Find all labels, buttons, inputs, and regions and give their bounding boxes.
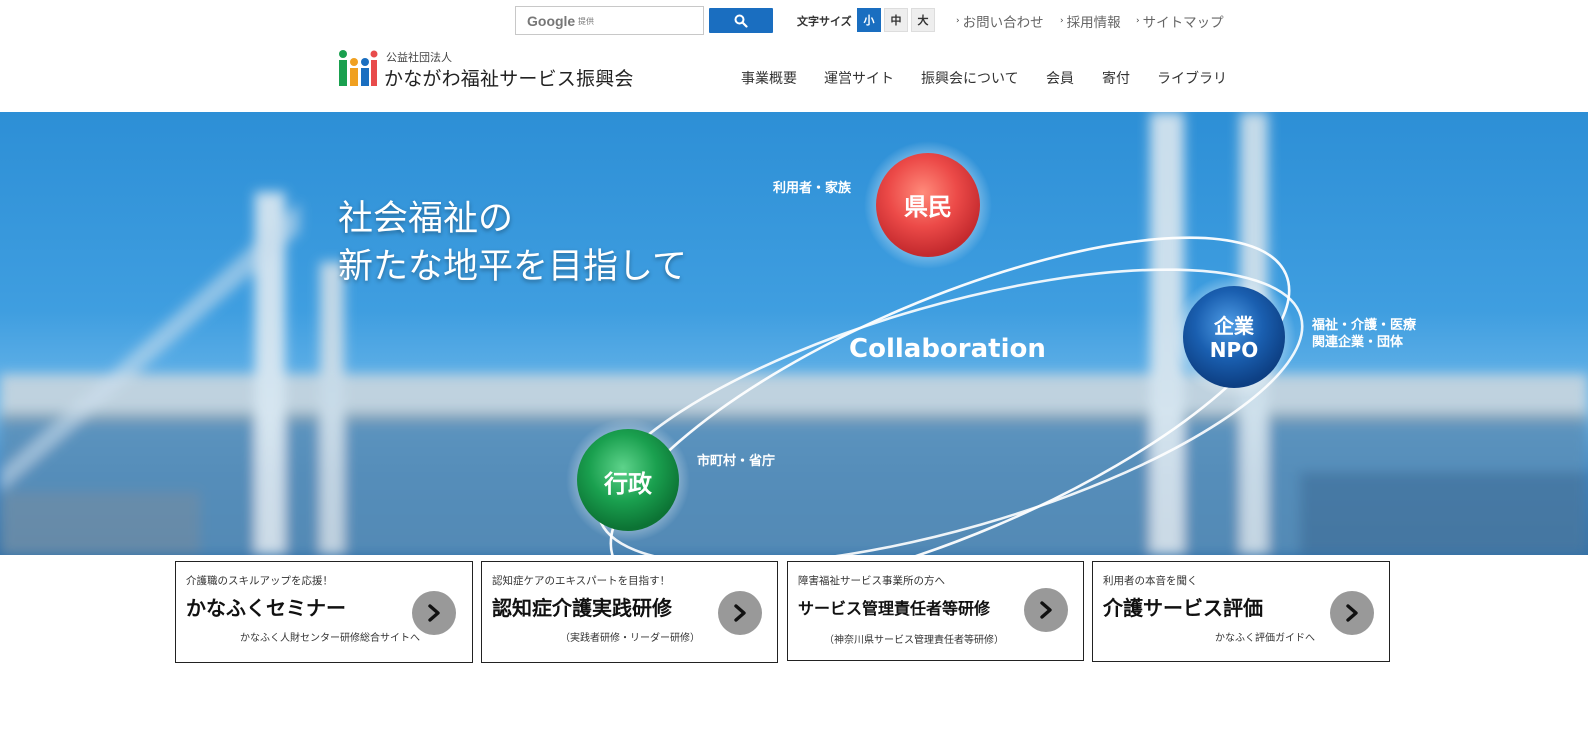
font-size-label: 文字サイズ: [797, 15, 852, 28]
hero-title-line1: 社会福祉の: [338, 199, 514, 239]
chevron-right-icon: ›: [1136, 16, 1140, 26]
card-subtitle: 障害福祉サービス事業所の方へ: [798, 575, 945, 587]
org-name[interactable]: かながわ福祉サービス振興会: [384, 64, 634, 91]
gyosei-caption: 市町村・省庁: [697, 454, 776, 469]
card-subtitle: 介護職のスキルアップを応援！: [186, 575, 333, 587]
people-logo-icon[interactable]: [338, 48, 378, 88]
nav-item-sites[interactable]: 運営サイト: [824, 68, 894, 88]
card-note: （実践者研修・リーダー研修）: [560, 633, 700, 644]
search-button[interactable]: [709, 8, 773, 33]
nav-item-about[interactable]: 振興会について: [921, 68, 1019, 88]
google-logo: Google: [527, 13, 576, 29]
font-size-large-button[interactable]: 大: [911, 8, 935, 32]
arrow-right-icon[interactable]: [1330, 591, 1374, 635]
card-subtitle: 認知症ケアのエキスパートを目指す！: [492, 575, 671, 587]
nav-item-donation[interactable]: 寄付: [1102, 68, 1130, 88]
kigyo-caption: 福祉・介護・医療 関連企業・団体: [1312, 317, 1416, 351]
recruit-link-label: 採用情報: [1066, 15, 1121, 31]
recruit-link[interactable]: › 採用情報: [1060, 11, 1121, 31]
card-dementia-training[interactable]: 認知症ケアのエキスパートを目指す！ 認知症介護実践研修 （実践者研修・リーダー研…: [481, 561, 778, 663]
org-type: 公益社団法人: [386, 51, 452, 64]
arrow-right-icon[interactable]: [718, 591, 762, 635]
contact-link[interactable]: › お問い合わせ: [956, 11, 1044, 31]
kigyo-caption-line1: 福祉・介護・医療: [1312, 318, 1417, 333]
arrow-right-icon[interactable]: [1024, 588, 1068, 632]
nav-item-library[interactable]: ライブラリ: [1157, 68, 1227, 88]
kigyo-label-line2: NPO: [1209, 338, 1259, 362]
gyosei-label: 行政: [604, 470, 652, 498]
chevron-right-icon: ›: [1060, 16, 1064, 26]
nav-item-overview[interactable]: 事業概要: [741, 68, 797, 88]
kenmin-label: 県民: [904, 193, 952, 221]
card-title: かなふくセミナー: [186, 596, 346, 620]
card-title: サービス管理責任者等研修: [798, 599, 991, 618]
font-size-small-button[interactable]: 小: [857, 8, 881, 32]
chevron-right-icon: ›: [956, 16, 960, 26]
hero-title-line2: 新たな地平を目指して: [338, 247, 687, 287]
contact-link-label: お問い合わせ: [962, 15, 1044, 31]
card-title: 認知症介護実践研修: [492, 596, 672, 620]
card-title: 介護サービス評価: [1103, 596, 1263, 620]
kigyo-caption-line2: 関連企業・団体: [1312, 335, 1404, 350]
arrow-right-icon[interactable]: [412, 591, 456, 635]
sitemap-link-label: サイトマップ: [1142, 15, 1224, 31]
card-note: かなふく評価ガイドへ: [1215, 633, 1315, 644]
kigyo-label: 企業 NPO: [1194, 314, 1274, 362]
sitemap-link[interactable]: › サイトマップ: [1136, 11, 1224, 31]
search-icon: [734, 14, 748, 28]
card-care-service-evaluation[interactable]: 利用者の本音を聞く 介護サービス評価 かなふく評価ガイドへ: [1092, 561, 1390, 662]
card-subtitle: 利用者の本音を聞く: [1103, 575, 1198, 587]
font-size-medium-button[interactable]: 中: [884, 8, 908, 32]
google-provided-label: 提供: [578, 17, 594, 26]
collaboration-text: Collaboration: [849, 334, 1046, 364]
hero-title: 社会福祉の 新たな地平を目指して: [338, 195, 687, 291]
nav-item-members[interactable]: 会員: [1046, 68, 1074, 88]
card-service-manager-training[interactable]: 障害福祉サービス事業所の方へ サービス管理責任者等研修 （神奈川県サービス管理責…: [787, 561, 1084, 661]
hero-banner: 社会福祉の 新たな地平を目指して Collaboration 県民 利用者・家族…: [0, 112, 1588, 555]
kigyo-label-line1: 企業: [1214, 314, 1254, 338]
card-kanafuku-seminar[interactable]: 介護職のスキルアップを応援！ かなふくセミナー かなふく人財センター研修総合サイ…: [175, 561, 473, 663]
card-note: （神奈川県サービス管理責任者等研修）: [824, 635, 1004, 646]
search-input[interactable]: Google 提供: [515, 6, 704, 35]
kenmin-caption: 利用者・家族: [773, 181, 852, 196]
card-note: かなふく人財センター研修総合サイトへ: [240, 633, 420, 644]
